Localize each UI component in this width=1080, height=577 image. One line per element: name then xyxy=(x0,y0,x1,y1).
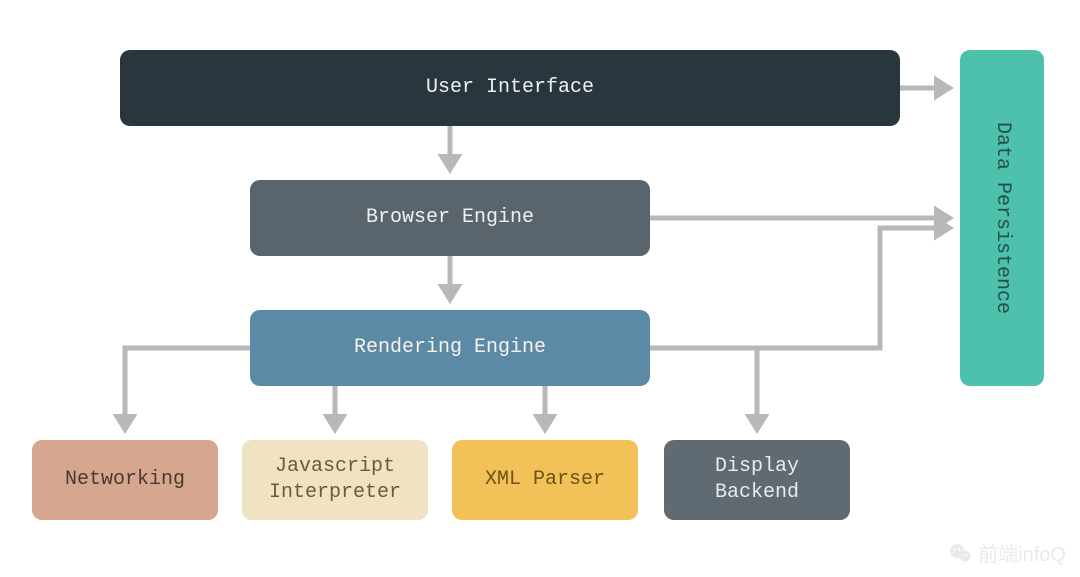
node-label: XML Parser xyxy=(485,467,605,493)
node-browser-engine: Browser Engine xyxy=(250,180,650,256)
node-label: JavascriptInterpreter xyxy=(269,454,401,506)
wechat-icon xyxy=(948,541,972,565)
node-label: DisplayBackend xyxy=(715,454,799,506)
node-user-interface: User Interface xyxy=(120,50,900,126)
node-label: Networking xyxy=(65,467,185,493)
node-label: Rendering Engine xyxy=(354,335,546,361)
node-xml-parser: XML Parser xyxy=(452,440,638,520)
watermark: 前端infoQ xyxy=(948,538,1066,567)
node-networking: Networking xyxy=(32,440,218,520)
node-data-persistence: Data Persistence xyxy=(960,50,1044,386)
node-label: User Interface xyxy=(426,75,594,101)
node-display-backend: DisplayBackend xyxy=(664,440,850,520)
watermark-text: 前端infoQ xyxy=(978,538,1066,567)
node-label: Browser Engine xyxy=(366,205,534,231)
node-js-interpreter: JavascriptInterpreter xyxy=(242,440,428,520)
node-label: Data Persistence xyxy=(989,122,1015,314)
node-rendering-engine: Rendering Engine xyxy=(250,310,650,386)
